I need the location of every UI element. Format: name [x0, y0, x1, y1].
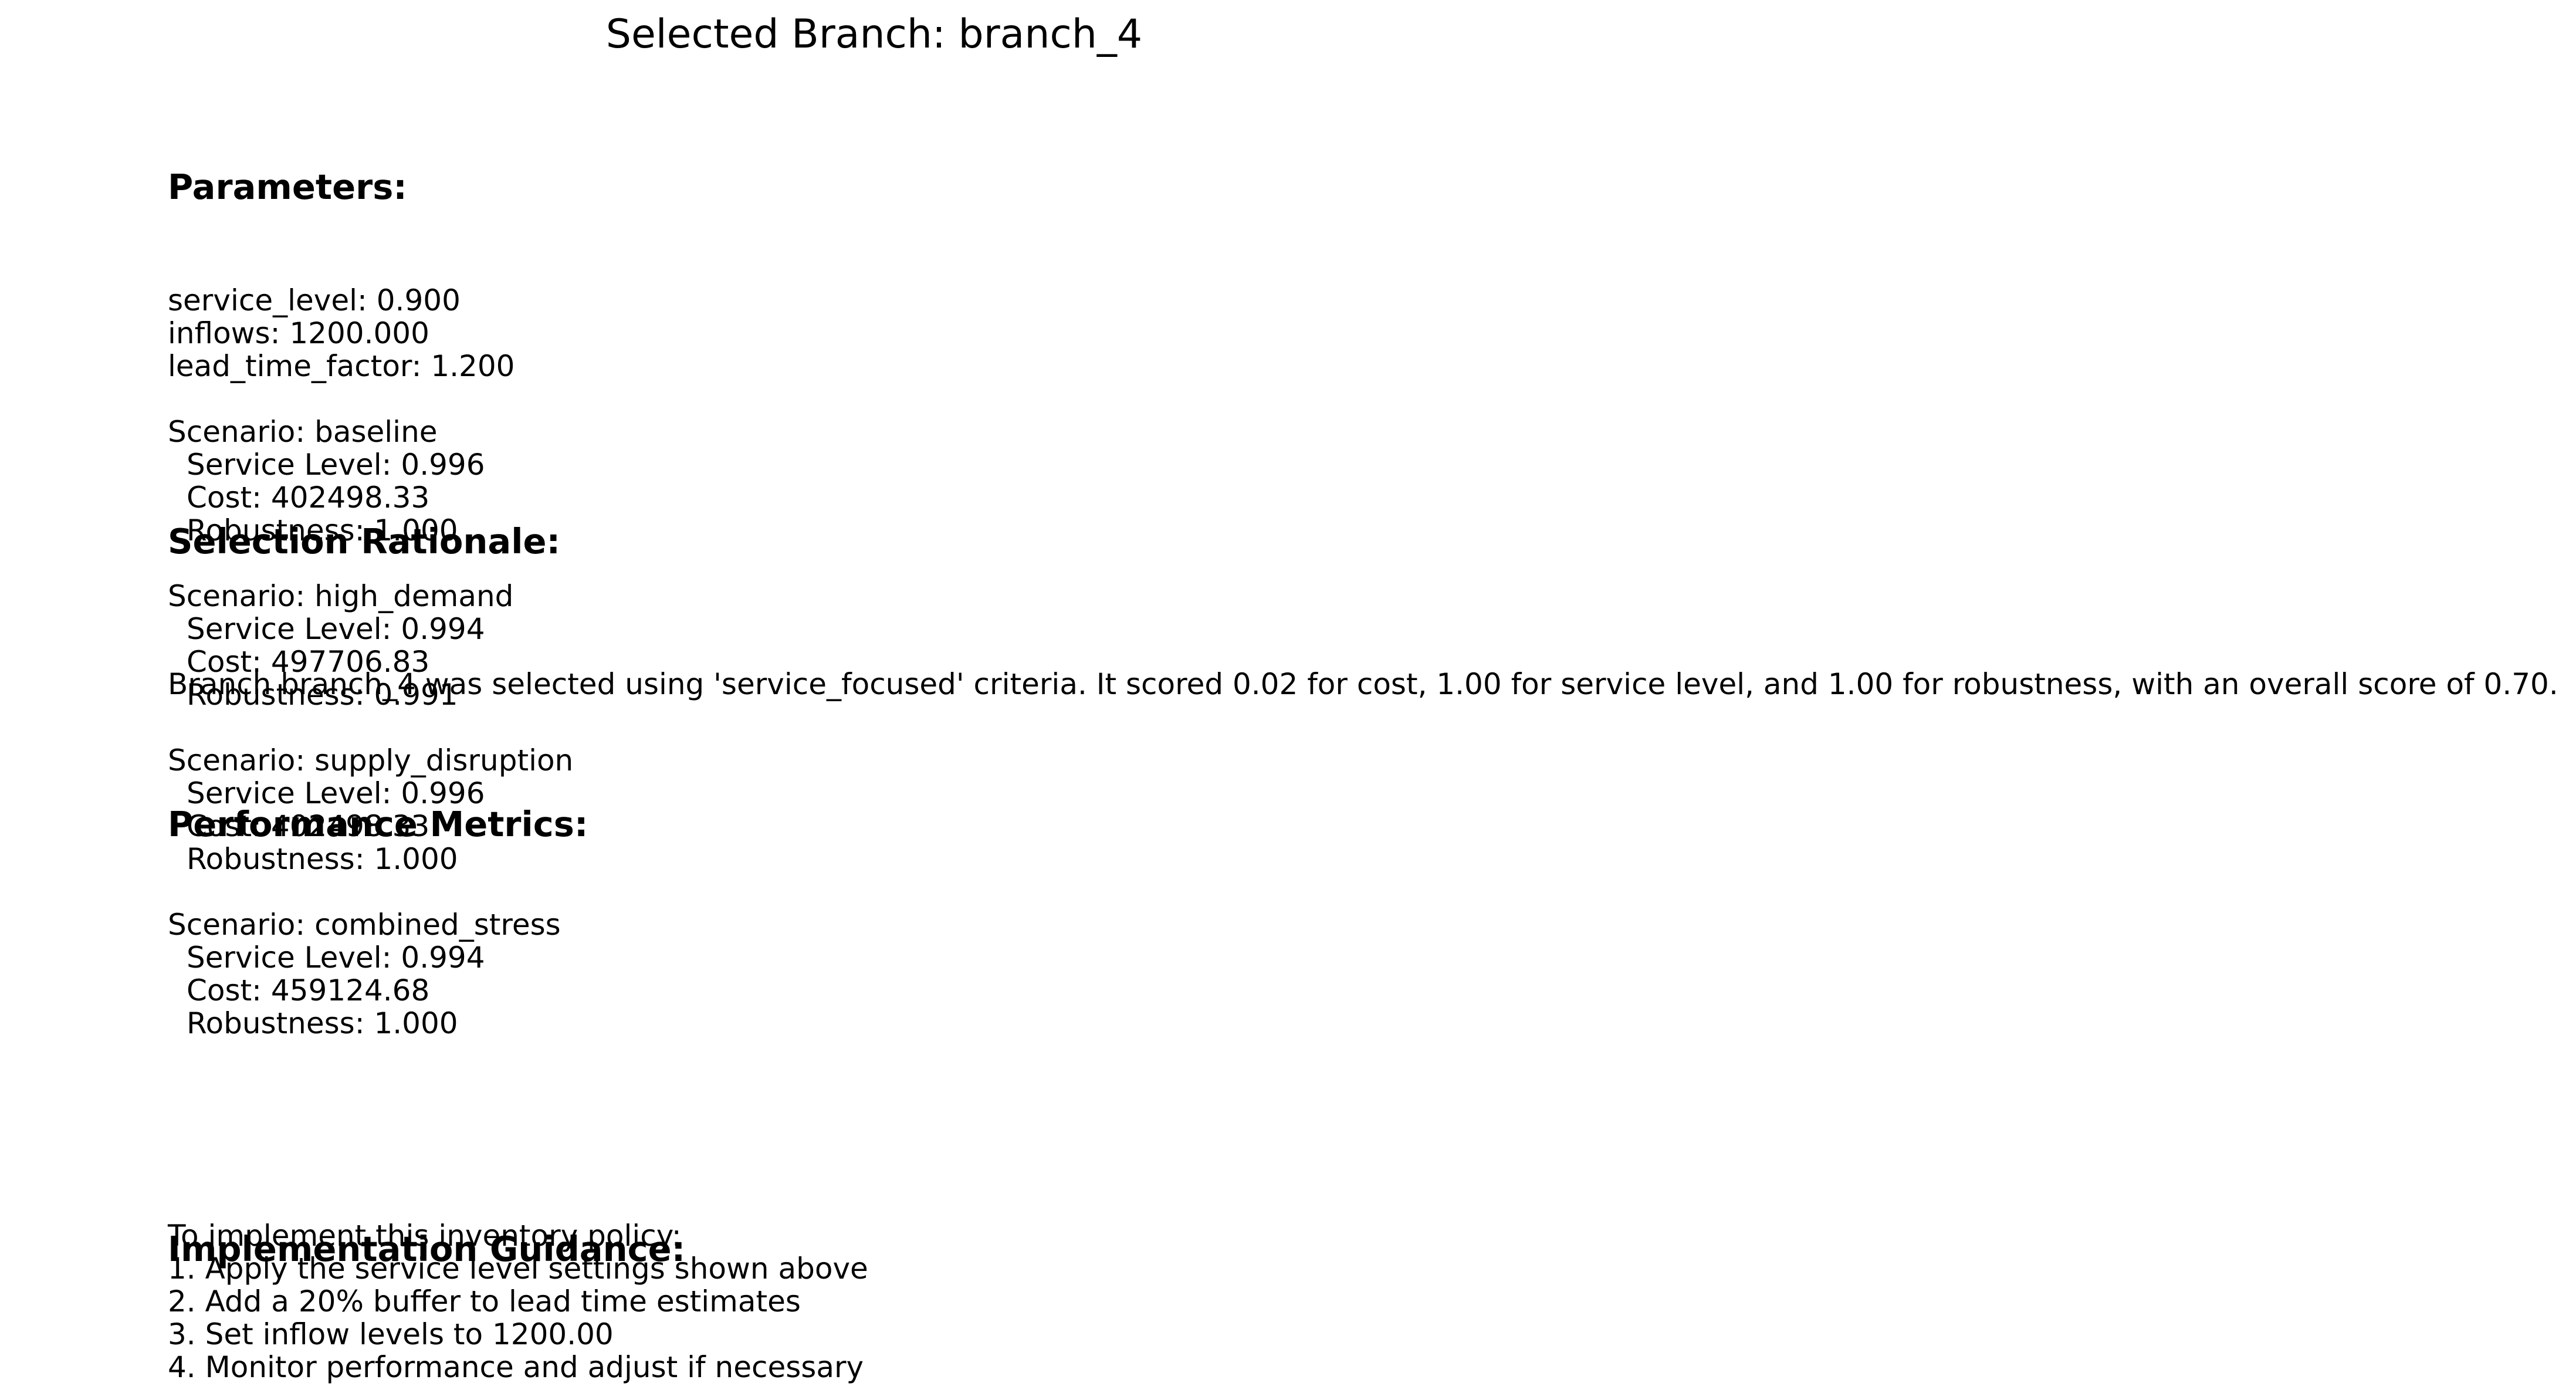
- parameter-line: lead_time_factor: 1.200: [168, 349, 515, 383]
- scenario-name: Scenario: combined_stress: [168, 908, 561, 942]
- scenario-cost: Cost: 459124.68: [187, 973, 430, 1007]
- scenario-robustness: Robustness: 1.000: [187, 842, 458, 876]
- parameter-line: inflows: 1200.000: [168, 316, 429, 350]
- scenario-cost: Cost: 402498.33: [187, 481, 430, 515]
- scenario-name: Scenario: baseline: [168, 415, 438, 449]
- performance-heading: Performance Metrics:: [168, 804, 588, 844]
- scenario-robustness: Robustness: 1.000: [187, 1006, 458, 1040]
- scenario-service-level: Service Level: 0.994: [187, 612, 485, 646]
- page-title: Selected Branch: branch_4: [605, 11, 1143, 58]
- parameters-heading: Parameters:: [168, 167, 407, 207]
- scenario-service-level: Service Level: 0.996: [187, 448, 485, 482]
- parameter-line: service_level: 0.900: [168, 283, 461, 317]
- scenario-service-level: Service Level: 0.994: [187, 941, 485, 975]
- implementation-line: 4. Monitor performance and adjust if nec…: [168, 1350, 864, 1384]
- parameters-block: service_level: 0.900 inflows: 1200.000 l…: [168, 284, 573, 1040]
- implementation-line: 3. Set inflow levels to 1200.00: [168, 1317, 614, 1351]
- implementation-line: 2. Add a 20% buffer to lead time estimat…: [168, 1284, 801, 1318]
- scenario-name: Scenario: supply_disruption: [168, 743, 574, 777]
- rationale-text: Branch branch_4 was selected using 'serv…: [168, 667, 2558, 701]
- rationale-heading: Selection Rationale:: [168, 521, 561, 562]
- scenario-name: Scenario: high_demand: [168, 579, 514, 613]
- implementation-heading: Implementation Guidance:: [168, 1229, 686, 1269]
